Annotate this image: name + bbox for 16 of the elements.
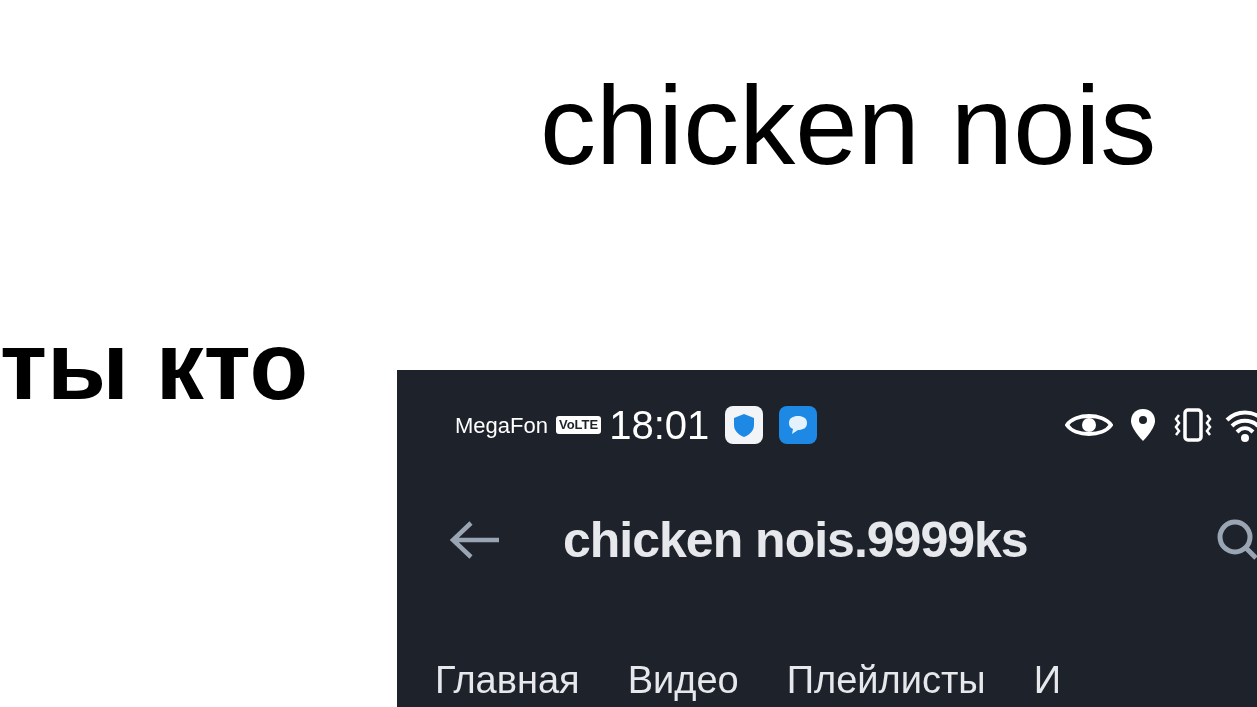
channel-title: chicken nois.9999ks — [563, 510, 1028, 570]
tab[interactable]: Видео — [627, 658, 739, 702]
back-arrow-icon[interactable] — [449, 520, 501, 560]
caption: ты кто — [0, 318, 309, 414]
tab[interactable]: Плейлисты — [786, 658, 986, 702]
network-badge: VoLTE — [555, 416, 602, 434]
clock: 18:01 — [609, 405, 710, 445]
shield-icon — [725, 406, 764, 444]
tab[interactable]: Главная — [435, 658, 580, 702]
tab[interactable]: И — [1033, 658, 1061, 702]
location-icon — [1129, 407, 1157, 443]
chat-icon — [779, 406, 818, 444]
heading: chicken nois — [540, 70, 1158, 182]
vibrate-icon — [1173, 407, 1213, 443]
carrier-name: MegaFon — [455, 411, 548, 440]
wifi-icon — [1225, 408, 1257, 442]
